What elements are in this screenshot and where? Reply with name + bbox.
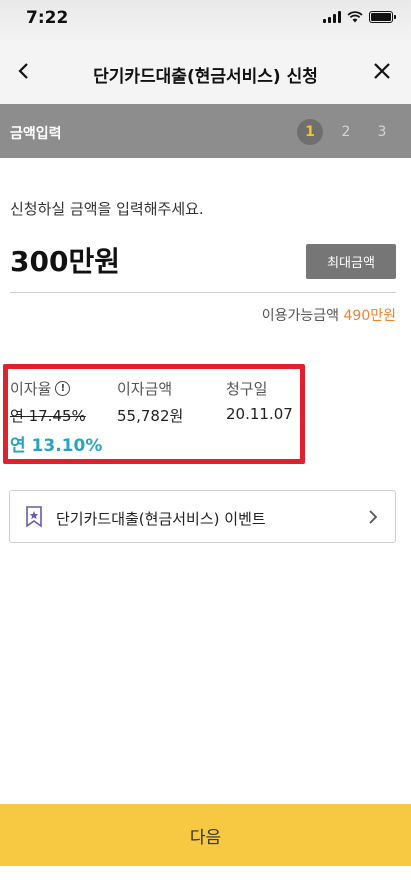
status-icons — [323, 11, 396, 23]
step-bar: 금액입력 1 2 3 — [0, 104, 411, 158]
rate-header: 이자율 ! — [10, 378, 71, 399]
available-value: 490만원 — [343, 308, 396, 324]
available-label: 이용가능금액 — [261, 308, 340, 324]
page-title: 단기카드대출(현금서비스) 신청 — [93, 67, 318, 87]
billing-date: 20.11.07 — [226, 405, 293, 423]
max-amount-button[interactable]: 최대금액 — [306, 244, 396, 279]
bookmark-star-icon — [26, 506, 42, 528]
available-amount: 이용가능금액 490만원 — [262, 305, 396, 325]
event-banner[interactable]: 단기카드대출(현금서비스) 이벤트 — [9, 490, 396, 543]
amount-divider — [10, 292, 396, 293]
home-indicator-area — [0, 866, 411, 880]
event-label: 단기카드대출(현금서비스) 이벤트 — [56, 510, 266, 528]
info-icon[interactable]: ! — [55, 381, 71, 396]
next-button[interactable]: 다음 — [0, 804, 411, 866]
step-1: 1 — [297, 119, 323, 145]
step-2: 2 — [341, 124, 351, 140]
status-time: 7:22 — [26, 8, 69, 28]
wifi-icon — [347, 11, 363, 23]
battery-icon — [369, 11, 396, 23]
close-icon[interactable] — [373, 62, 391, 80]
amount-prompt: 신청하실 금액을 입력해주세요. — [10, 200, 204, 218]
rate-header-label: 이자율 — [10, 380, 52, 398]
interest-amount: 55,782원 — [117, 407, 184, 425]
new-rate: 연 13.10% — [10, 436, 103, 456]
billing-header: 청구일 — [226, 380, 268, 398]
old-rate: 연 17.45% — [10, 407, 86, 425]
step-label: 금액입력 — [10, 126, 62, 142]
signal-icon — [323, 11, 341, 23]
status-bar: 7:22 — [0, 0, 411, 40]
chevron-right-icon — [369, 510, 378, 524]
amount-input[interactable]: 300만원 — [10, 240, 120, 280]
step-3: 3 — [377, 124, 387, 140]
interest-header: 이자금액 — [117, 380, 173, 398]
nav-bar: 단기카드대출(현금서비스) 신청 — [0, 40, 411, 104]
